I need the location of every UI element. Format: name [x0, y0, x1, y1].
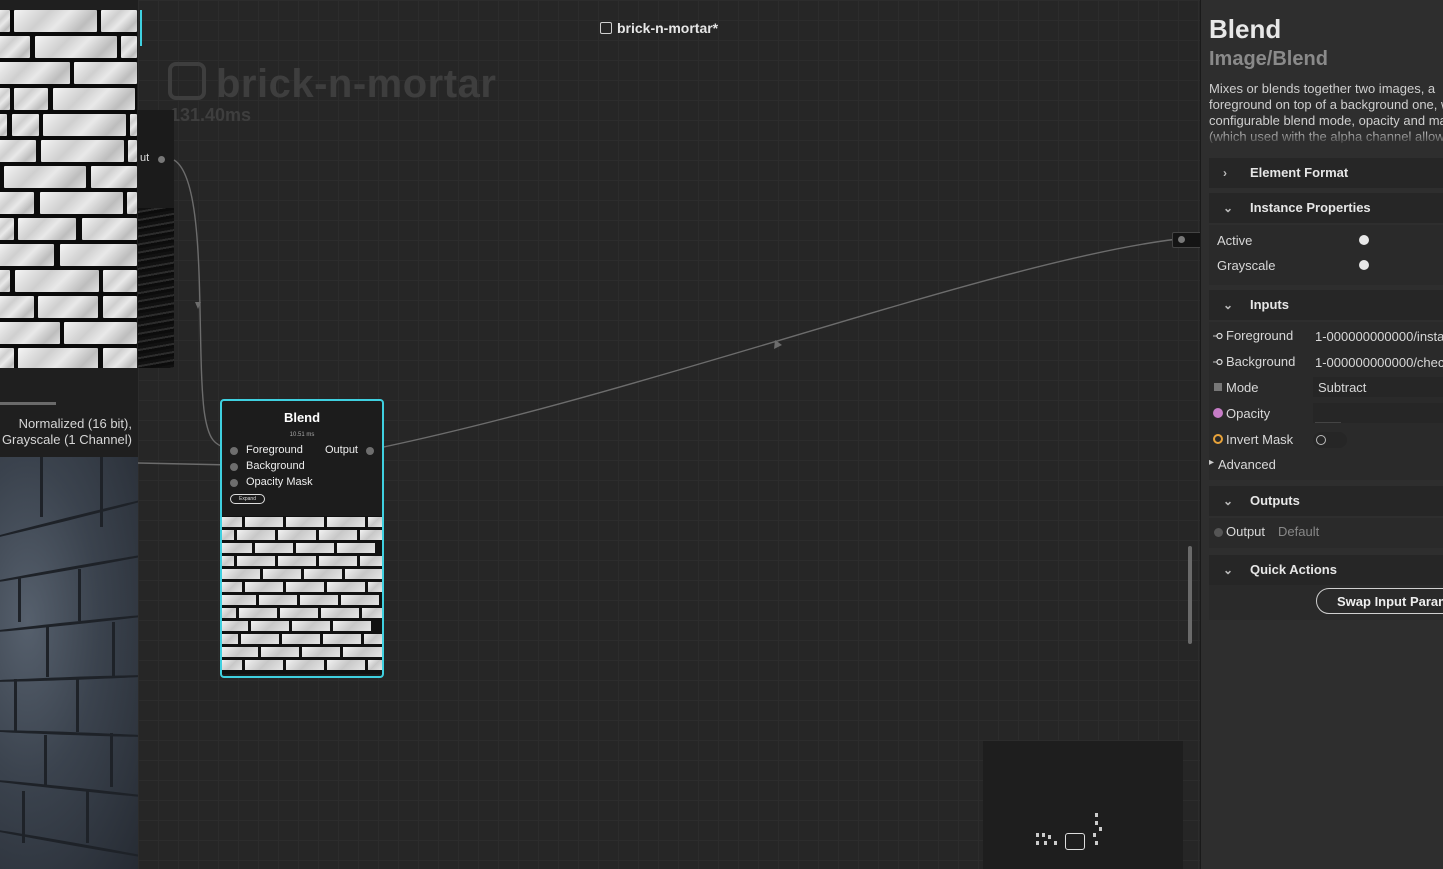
connected-input-icon: [1213, 332, 1223, 340]
inputs-body: Foreground 1-000000000000/instance Backg…: [1209, 322, 1443, 480]
invert-mask-label: Invert Mask: [1226, 432, 1294, 447]
active-toggle[interactable]: [1343, 233, 1371, 247]
enum-square-icon: [1214, 383, 1222, 391]
invert-mask-toggle-knob: [1316, 435, 1326, 445]
downstream-input-port[interactable]: [1178, 236, 1185, 243]
blend-node-thumbnail: [222, 516, 382, 674]
foreground-input-label: Foreground: [246, 444, 303, 456]
format-line-1: Normalized (16 bit),: [18, 416, 132, 431]
format-info: Normalized (16 bit), Grayscale (1 Channe…: [2, 416, 132, 448]
wire-left-to-background: [138, 462, 233, 466]
preview-zoom-slider[interactable]: [0, 402, 56, 405]
section-outputs[interactable]: ⌄ Outputs: [1209, 486, 1443, 516]
chevron-right-icon: ›: [1223, 166, 1227, 180]
chevron-down-icon: ⌄: [1223, 201, 1234, 215]
section-quick-actions[interactable]: ⌄ Quick Actions: [1209, 555, 1443, 585]
mode-value[interactable]: Subtract: [1318, 380, 1366, 395]
section-element-format-label: Element Format: [1250, 165, 1349, 180]
foreground-label: Foreground: [1226, 328, 1294, 343]
opacity-label: Opacity: [1226, 406, 1271, 421]
section-element-format[interactable]: › Element Format: [1209, 158, 1443, 188]
section-quick-actions-label: Quick Actions: [1250, 562, 1337, 577]
minimap-viewport[interactable]: [1065, 833, 1085, 850]
grayscale-toggle-knob: [1359, 260, 1369, 270]
brick-texture-preview[interactable]: [0, 10, 137, 368]
section-outputs-label: Outputs: [1250, 493, 1300, 508]
properties-panel: Blend Image/Blend Mixes or blends togeth…: [1200, 0, 1443, 869]
grayscale-label: Grayscale: [1217, 258, 1276, 273]
background-input-port[interactable]: [230, 463, 238, 471]
section-inputs[interactable]: ⌄ Inputs: [1209, 290, 1443, 320]
mode-label: Mode: [1226, 380, 1259, 395]
grayscale-toggle[interactable]: [1343, 258, 1371, 272]
downstream-node-input[interactable]: [1172, 232, 1200, 248]
chevron-down-icon: ⌄: [1223, 494, 1234, 508]
active-toggle-knob: [1359, 235, 1369, 245]
opacity-slider-fill: [1315, 422, 1341, 423]
swap-input-parameters-button[interactable]: Swap Input Parameters: [1316, 588, 1443, 614]
opacity-color-icon: [1213, 408, 1223, 418]
output-port-label: Output: [324, 444, 358, 456]
section-inputs-label: Inputs: [1250, 297, 1289, 312]
advanced-toggle[interactable]: Advanced: [1218, 457, 1276, 472]
outputs-body: Output Default: [1209, 518, 1443, 548]
output-label: Output: [1226, 524, 1266, 539]
foreground-input-port[interactable]: [230, 447, 238, 455]
chevron-down-icon: ⌄: [1223, 563, 1234, 577]
background-input-label: Background: [246, 460, 305, 472]
3d-mesh-preview[interactable]: [0, 457, 138, 869]
node-graph-canvas[interactable]: brick-n-mortar* brick-n-mortar 131.40ms …: [138, 0, 1200, 869]
expand-button[interactable]: Expand: [230, 494, 265, 504]
blend-node[interactable]: Blend 10.51 ms Foreground Background Opa…: [220, 399, 384, 678]
opacity-mask-input-label: Opacity Mask: [246, 476, 313, 488]
preview-strip: Normalized (16 bit), Grayscale (1 Channe…: [0, 0, 138, 869]
description-fade: [1201, 130, 1443, 146]
section-instance-properties[interactable]: ⌄ Instance Properties: [1209, 193, 1443, 223]
background-label: Background: [1226, 354, 1296, 369]
background-value[interactable]: 1-000000000000/checker: [1315, 355, 1443, 370]
canvas-scrollbar[interactable]: [1188, 546, 1192, 644]
chevron-down-icon: ⌄: [1223, 298, 1234, 312]
invert-mask-toggle[interactable]: [1313, 432, 1347, 448]
output-port[interactable]: [366, 447, 374, 455]
invert-mask-icon: [1213, 434, 1223, 444]
connected-input-icon: [1213, 358, 1223, 366]
minimap[interactable]: [983, 741, 1183, 869]
panel-subtitle: Image/Blend: [1209, 48, 1328, 70]
opacity-mask-input-port[interactable]: [230, 479, 238, 487]
foreground-value[interactable]: 1-000000000000/instance: [1315, 329, 1443, 344]
chevron-right-icon: ▸: [1209, 457, 1215, 468]
blend-node-title: Blend: [283, 410, 321, 425]
output-port-icon: [1214, 528, 1223, 537]
blend-node-time: 10.51 ms: [289, 432, 315, 438]
output-value[interactable]: Default: [1278, 524, 1319, 539]
panel-title: Blend: [1209, 14, 1282, 44]
instance-properties-body: Active Grayscale: [1209, 225, 1443, 285]
opacity-slider[interactable]: [1313, 403, 1443, 423]
active-label: Active: [1217, 233, 1253, 248]
section-instance-properties-label: Instance Properties: [1250, 200, 1371, 215]
format-line-2: Grayscale (1 Channel): [1, 432, 132, 447]
